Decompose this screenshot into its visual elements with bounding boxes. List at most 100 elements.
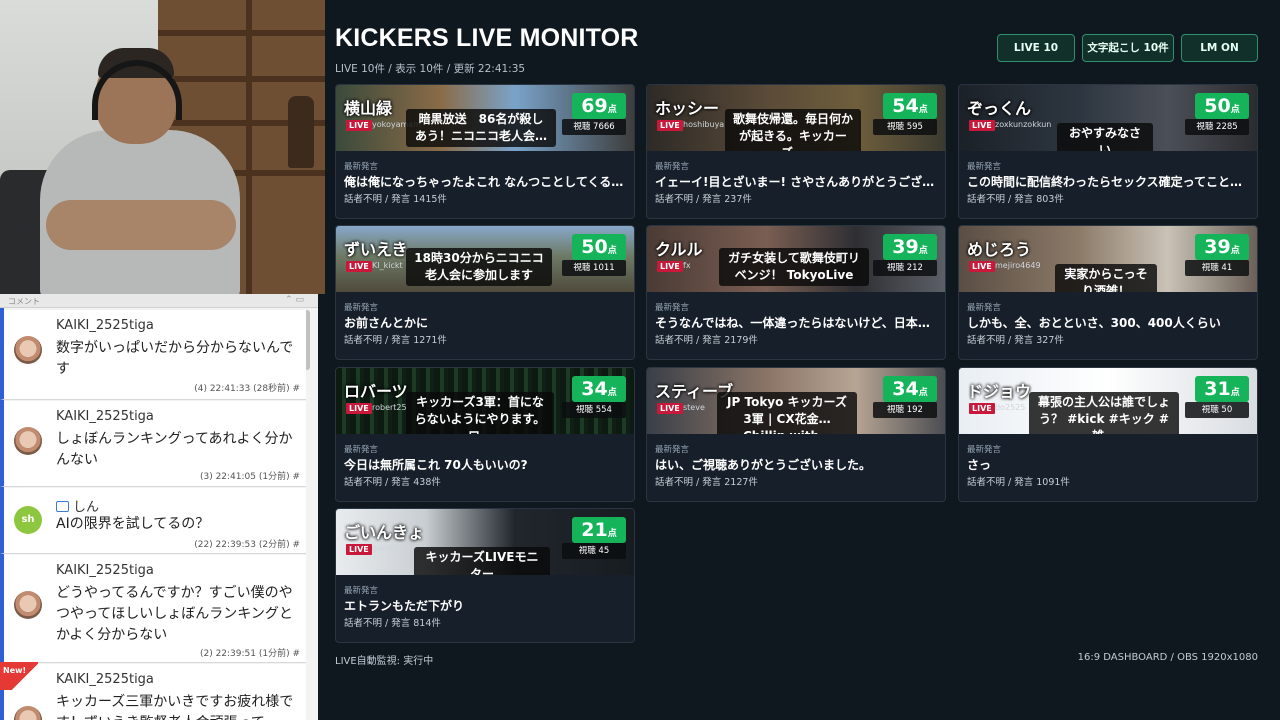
latest-utterance: イェーイ!目とざいまー! さやさんありがとうございます bbox=[655, 175, 939, 189]
stream-thumbnail[interactable]: ずいえき LIVE KI_kickt 18時30分からニコニコ老人会に参加します 50点… bbox=[336, 226, 634, 292]
latest-label: 最新発言 bbox=[967, 162, 1002, 172]
comment-item[interactable]: KAIKI_2525tiga 数字がいっぱいだから分からないんです (4) 22… bbox=[0, 310, 306, 400]
stream-thumbnail[interactable]: ロバーツ LIVErobert25キッカーズ3軍：首にならないようにやります。ロ…… bbox=[336, 368, 634, 434]
latest-utterance: そうなんではね、一体違ったらはないけど、日本人とだ... bbox=[655, 316, 939, 330]
score-unit: 点 bbox=[607, 246, 617, 256]
stream-thumbnail[interactable]: 横山緑 LIVE yokoyamam 暗黒放送 86名が殺しあう！ニコニコ老人会… 69… bbox=[336, 85, 634, 151]
live-badge: LIVE bbox=[346, 120, 372, 131]
latest-label: 最新発言 bbox=[344, 162, 379, 172]
live-badge: LIVE bbox=[969, 403, 995, 414]
channel-name: ドジョウ bbox=[967, 382, 1032, 401]
channel-name: クルル bbox=[655, 240, 703, 259]
stream-title: 18時30分からニコニコ老人会に参加します bbox=[406, 248, 552, 286]
score-value: 34 bbox=[892, 378, 919, 400]
stream-card[interactable]: ごいんきょ LIVE goinkyo キッカーズLIVEモニター 21点 視聴 45 最新発… bbox=[335, 508, 635, 643]
score-badge: 50点 bbox=[1195, 93, 1249, 119]
panel-controls-icon[interactable]: ⌃ ▭ bbox=[285, 295, 304, 305]
score-badge: 31点 bbox=[1195, 376, 1249, 402]
speaker-stats: 話者不明 / 発言 1271件 bbox=[344, 335, 447, 346]
live-badge: LIVE bbox=[657, 403, 683, 414]
speaker-stats: 話者不明 / 発言 803件 bbox=[967, 194, 1064, 205]
channel-name: ロバーツ bbox=[344, 382, 408, 401]
stream-title: キッカーズLIVEモニター bbox=[414, 547, 550, 575]
stream-card[interactable]: ずいえき LIVE KI_kickt 18時30分からニコニコ老人会に参加します 50点… bbox=[335, 225, 635, 360]
live-badge: LIVE bbox=[346, 261, 372, 272]
channel-handle: KI_kickt bbox=[372, 261, 403, 270]
comment-body: 数字がいっぱいだから分からないんです bbox=[56, 340, 294, 377]
latest-label: 最新発言 bbox=[967, 303, 1002, 313]
viewer-count: 視聴 1011 bbox=[562, 260, 626, 276]
stream-thumbnail[interactable]: ぞっくん LIVE zoxkunzokkun おやすみなさい 50点 視聴 2285 bbox=[959, 85, 1257, 151]
stream-thumbnail[interactable]: クルル LIVE fx ガチ女装して歌舞伎町リベンジ！ TokyoLive 39点 視聴 … bbox=[647, 226, 945, 292]
latest-label: 最新発言 bbox=[655, 303, 690, 313]
speaker-stats: 話者不明 / 発言 1415件 bbox=[344, 194, 447, 205]
comment-item[interactable]: KAIKI_2525tiga どうやってるんですか？すごい僕のやつやってほしいし… bbox=[0, 555, 306, 663]
score-badge: 39点 bbox=[1195, 234, 1249, 260]
lm-toggle-button[interactable]: LM ON bbox=[1181, 34, 1258, 62]
channel-handle: robert25 bbox=[372, 403, 407, 412]
stream-card[interactable]: ロバーツ LIVErobert25キッカーズ3軍：首にならないようにやります。ロ…… bbox=[335, 367, 635, 502]
score-badge: 39点 bbox=[883, 234, 937, 260]
stream-card[interactable]: クルル LIVE fx ガチ女装して歌舞伎町リベンジ！ TokyoLive 39点 視聴 … bbox=[646, 225, 946, 360]
channel-handle: steve bbox=[683, 403, 705, 412]
viewer-count: 視聴 554 bbox=[562, 402, 626, 418]
score-unit: 点 bbox=[1230, 388, 1240, 398]
comment-panel[interactable]: コメント ⌃ ▭ KAIKI_2525tiga 数字がいっぱいだから分からないん… bbox=[0, 294, 318, 720]
channel-handle: mejiro4649 bbox=[995, 261, 1041, 270]
channel-handle: fx bbox=[683, 261, 691, 270]
speaker-stats: 話者不明 / 発言 2179件 bbox=[655, 335, 758, 346]
score-unit: 点 bbox=[918, 246, 928, 256]
stream-thumbnail[interactable]: ホッシー LIVEhoshibuya歌舞伎帰還。毎日何かが起きる。キッカーズ… 54… bbox=[647, 85, 945, 151]
comment-item[interactable]: KAIKI_2525tiga しょぼんランキングってあれよく分かんない (3) … bbox=[0, 401, 306, 487]
channel-name: ホッシー bbox=[655, 99, 720, 118]
stream-card[interactable]: 横山緑 LIVE yokoyamam 暗黒放送 86名が殺しあう！ニコニコ老人会… 69… bbox=[335, 84, 635, 219]
stream-title: 歌舞伎帰還。毎日何かが起きる。キッカーズ… bbox=[725, 109, 861, 151]
viewer-count: 視聴 7666 bbox=[562, 119, 626, 135]
speaker-stats: 話者不明 / 発言 237件 bbox=[655, 194, 752, 205]
comment-item[interactable]: KAIKI_2525tiga キッカーズ三軍かいきですお疲れ様です！ずいえき監督… bbox=[0, 664, 306, 720]
latest-label: 最新発言 bbox=[344, 586, 379, 596]
live-badge: LIVE bbox=[346, 403, 372, 414]
latest-utterance: さっ bbox=[967, 458, 992, 472]
channel-name: 横山緑 bbox=[344, 99, 393, 118]
stream-title: キッカーズ3軍：首にならないようにやります。ロ… bbox=[406, 392, 554, 434]
comment-body: キッカーズ三軍かいきですお疲れ様です！ずいえき監督老人会頑張って bbox=[56, 694, 294, 720]
stream-thumbnail[interactable]: ごいんきょ LIVE goinkyo キッカーズLIVEモニター 21点 視聴 45 bbox=[336, 509, 634, 575]
stream-thumbnail[interactable]: スティーブLIVEsteveJP Tokyo キッカーズ3軍 | CX花金… C… bbox=[647, 368, 945, 434]
live-badge: LIVE bbox=[969, 261, 995, 272]
channel-name: ごいんきょ bbox=[344, 523, 425, 542]
score-unit: 点 bbox=[918, 105, 928, 115]
avatar bbox=[14, 706, 42, 720]
comment-panel-header: コメント ⌃ ▭ bbox=[0, 294, 318, 308]
score-value: 50 bbox=[581, 236, 608, 258]
stream-card[interactable]: スティーブLIVEsteveJP Tokyo キッカーズ3軍 | CX花金… C… bbox=[646, 367, 946, 502]
stream-card[interactable]: めじろう LIVE mejiro4649 実家からこっそり酒雑！ 39点 視聴 41 最新発… bbox=[958, 225, 1258, 360]
dashboard: KICKERS LIVE MONITOR LIVE 10件 / 表示 10件 /… bbox=[325, 0, 1280, 720]
viewer-count: 視聴 212 bbox=[873, 260, 937, 276]
latest-utterance: 今日は無所属これ 70人もいいの? bbox=[344, 458, 528, 472]
stream-thumbnail[interactable]: めじろう LIVE mejiro4649 実家からこっそり酒雑！ 39点 視聴 41 bbox=[959, 226, 1257, 292]
score-value: 69 bbox=[581, 95, 608, 117]
score-value: 31 bbox=[1204, 378, 1231, 400]
latest-utterance: お前さんとかに bbox=[344, 316, 429, 330]
stream-card[interactable]: ホッシー LIVEhoshibuya歌舞伎帰還。毎日何かが起きる。キッカーズ… 54… bbox=[646, 84, 946, 219]
stream-card[interactable]: ぞっくん LIVE zoxkunzokkun おやすみなさい 50点 視聴 2285 最新発… bbox=[958, 84, 1258, 219]
stream-title: おやすみなさい bbox=[1057, 123, 1153, 151]
stream-card[interactable]: ドジョウ LIVE do2525 幕張の主人公は誰でしょう？ #kick #キック #… bbox=[958, 367, 1258, 502]
stream-thumbnail[interactable]: ドジョウ LIVE do2525 幕張の主人公は誰でしょう？ #kick #キック #… bbox=[959, 368, 1257, 434]
speaker-stats: 話者不明 / 発言 1091件 bbox=[967, 477, 1070, 488]
live-badge: LIVE bbox=[657, 261, 683, 272]
channel-handle: do2525 bbox=[995, 403, 1026, 412]
comment-item[interactable]: sh しん AIの限界を試してるの？ (22) 22:39:53 (2分前) # bbox=[0, 488, 306, 554]
bottle bbox=[288, 96, 314, 168]
resolution-label: 16:9 DASHBOARD / OBS 1920x1080 bbox=[1077, 652, 1258, 663]
transcription-button[interactable]: 文字起こし 10件 bbox=[1082, 34, 1174, 62]
avatar bbox=[14, 336, 42, 364]
live-count-button[interactable]: LIVE 10 bbox=[997, 34, 1075, 62]
latest-utterance: 俺は俺になっちゃったよこれ なんつことしてくるんじゃ bbox=[344, 175, 628, 189]
score-value: 34 bbox=[581, 378, 608, 400]
score-value: 39 bbox=[1204, 236, 1231, 258]
latest-utterance: しかも、全、おとといさ、300、400人くらい bbox=[967, 316, 1221, 330]
avatar bbox=[14, 427, 42, 455]
comment-body: AIの限界を試してるの？ bbox=[56, 516, 210, 532]
